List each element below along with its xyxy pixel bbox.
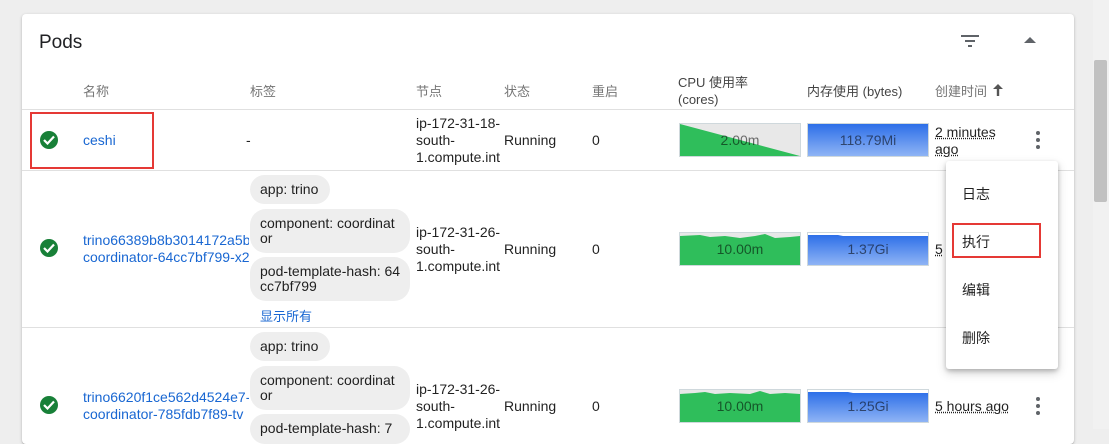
header-divider xyxy=(22,109,1074,110)
pod-created[interactable]: 5 xyxy=(935,241,943,258)
pod-restarts: 0 xyxy=(592,132,600,148)
check-circle-icon xyxy=(40,396,58,414)
pod-name-line: coordinator-785fdb7f89-tv xyxy=(83,406,244,422)
pod-created-line: 2 minutes xyxy=(935,124,996,140)
pod-node-line: ip-172-31-26-1 xyxy=(416,381,500,397)
column-header-memory[interactable]: 内存使用 (bytes) xyxy=(807,83,902,100)
pod-node: ip-172-31-26-1 south- 1.compute.internal xyxy=(416,224,500,275)
cpu-sparkline: 10.00m xyxy=(679,389,801,423)
column-header-labels: 标签 xyxy=(250,84,277,99)
cpu-sparkline: 10.00m xyxy=(679,232,801,266)
pod-name-link[interactable]: trino6620f1ce562d4524e7- coordinator-785… xyxy=(83,389,249,423)
row-divider xyxy=(22,327,1074,328)
card-title: Pods xyxy=(39,32,83,53)
arrow-up-icon xyxy=(993,83,1004,100)
column-header-cpu-line1: CPU 使用率 xyxy=(678,75,749,90)
pod-node: ip-172-31-26-1 south- 1.compute.internal xyxy=(416,381,500,432)
pod-status: Running xyxy=(504,398,557,414)
pod-actions-menu: 日志 执行 编辑 删除 xyxy=(946,161,1058,369)
memory-value: 118.79Mi xyxy=(839,132,897,148)
row-divider xyxy=(22,170,1074,171)
column-header-status[interactable]: 状态 xyxy=(504,83,530,100)
menu-item-delete[interactable]: 删除 xyxy=(962,328,990,348)
label-chip: app: trino xyxy=(250,332,330,361)
show-all-labels-link[interactable]: 显示所有 xyxy=(260,306,312,325)
memory-value: 1.37Gi xyxy=(847,241,889,257)
pod-name-line: coordinator-64cc7bf799-x2 xyxy=(83,249,249,265)
more-vert-icon[interactable] xyxy=(1028,128,1048,152)
pod-node-line: 1.compute.internal xyxy=(416,258,500,274)
more-vert-icon[interactable] xyxy=(1028,394,1048,418)
column-header-created[interactable]: 创建时间 xyxy=(935,83,1004,100)
filter-icon[interactable] xyxy=(958,29,982,53)
column-header-node[interactable]: 节点 xyxy=(416,83,442,100)
chevron-up-icon[interactable] xyxy=(1018,28,1042,52)
column-header-cpu-line2: (cores) xyxy=(678,92,719,107)
pod-node: ip-172-31-18- south- 1.compute.internal xyxy=(416,115,500,166)
pod-node-line: south- xyxy=(416,132,455,148)
pod-created[interactable]: 2 minutes ago xyxy=(935,124,996,158)
column-header-cpu[interactable]: CPU 使用率 (cores) xyxy=(678,74,748,108)
pod-name-link[interactable]: trino66389b8b3014172a5b- coordinator-64c… xyxy=(83,232,249,266)
cpu-sparkline: 2.00m xyxy=(679,123,801,157)
pod-restarts: 0 xyxy=(592,398,600,414)
column-header-created-label: 创建时间 xyxy=(935,84,988,99)
pod-status: Running xyxy=(504,132,557,148)
memory-sparkline: 1.25Gi xyxy=(807,389,929,423)
label-chip: app: trino xyxy=(250,175,330,204)
pod-name-line: trino66389b8b3014172a5b- xyxy=(83,232,249,248)
column-header-restarts[interactable]: 重启 xyxy=(592,83,618,100)
memory-sparkline: 1.37Gi xyxy=(807,232,929,266)
check-circle-icon xyxy=(40,239,58,257)
pod-restarts: 0 xyxy=(592,241,600,257)
pod-status: Running xyxy=(504,241,557,257)
menu-item-edit[interactable]: 编辑 xyxy=(962,280,990,300)
label-chip: pod-template-hash: 7 xyxy=(250,414,410,444)
column-header-name[interactable]: 名称 xyxy=(83,83,109,100)
label-chip: pod-template-hash: 64cc7bf799 xyxy=(250,257,410,301)
pods-card: Pods 名称 标签 节点 状态 重启 CPU 使用率 (cores) 内存使用… xyxy=(22,14,1074,444)
memory-value: 1.25Gi xyxy=(847,398,889,414)
pod-name-link[interactable]: ceshi xyxy=(83,132,249,149)
cpu-value: 10.00m xyxy=(716,398,764,414)
menu-item-logs[interactable]: 日志 xyxy=(962,184,990,204)
menu-item-exec[interactable]: 执行 xyxy=(962,232,990,252)
cpu-value: 10.00m xyxy=(716,241,764,257)
pod-node-line: 1.compute.internal xyxy=(416,415,500,431)
pod-labels: - xyxy=(246,132,251,148)
check-circle-icon xyxy=(40,131,58,149)
label-chip: component: coordinator xyxy=(250,209,410,253)
scrollbar-thumb[interactable] xyxy=(1094,60,1107,202)
pod-node-line: south- xyxy=(416,398,455,414)
pod-node-line: ip-172-31-18- xyxy=(416,115,500,131)
pod-node-line: ip-172-31-26-1 xyxy=(416,224,500,240)
pod-created[interactable]: 5 hours ago xyxy=(935,398,1009,415)
cpu-value: 2.00m xyxy=(720,132,760,148)
pod-name-line: trino6620f1ce562d4524e7- xyxy=(83,389,249,405)
pod-node-line: south- xyxy=(416,241,455,257)
label-chip: component: coordinator xyxy=(250,366,410,410)
memory-sparkline: 118.79Mi xyxy=(807,123,929,157)
pod-created-line: ago xyxy=(935,141,959,157)
pod-node-line: 1.compute.internal xyxy=(416,149,500,165)
